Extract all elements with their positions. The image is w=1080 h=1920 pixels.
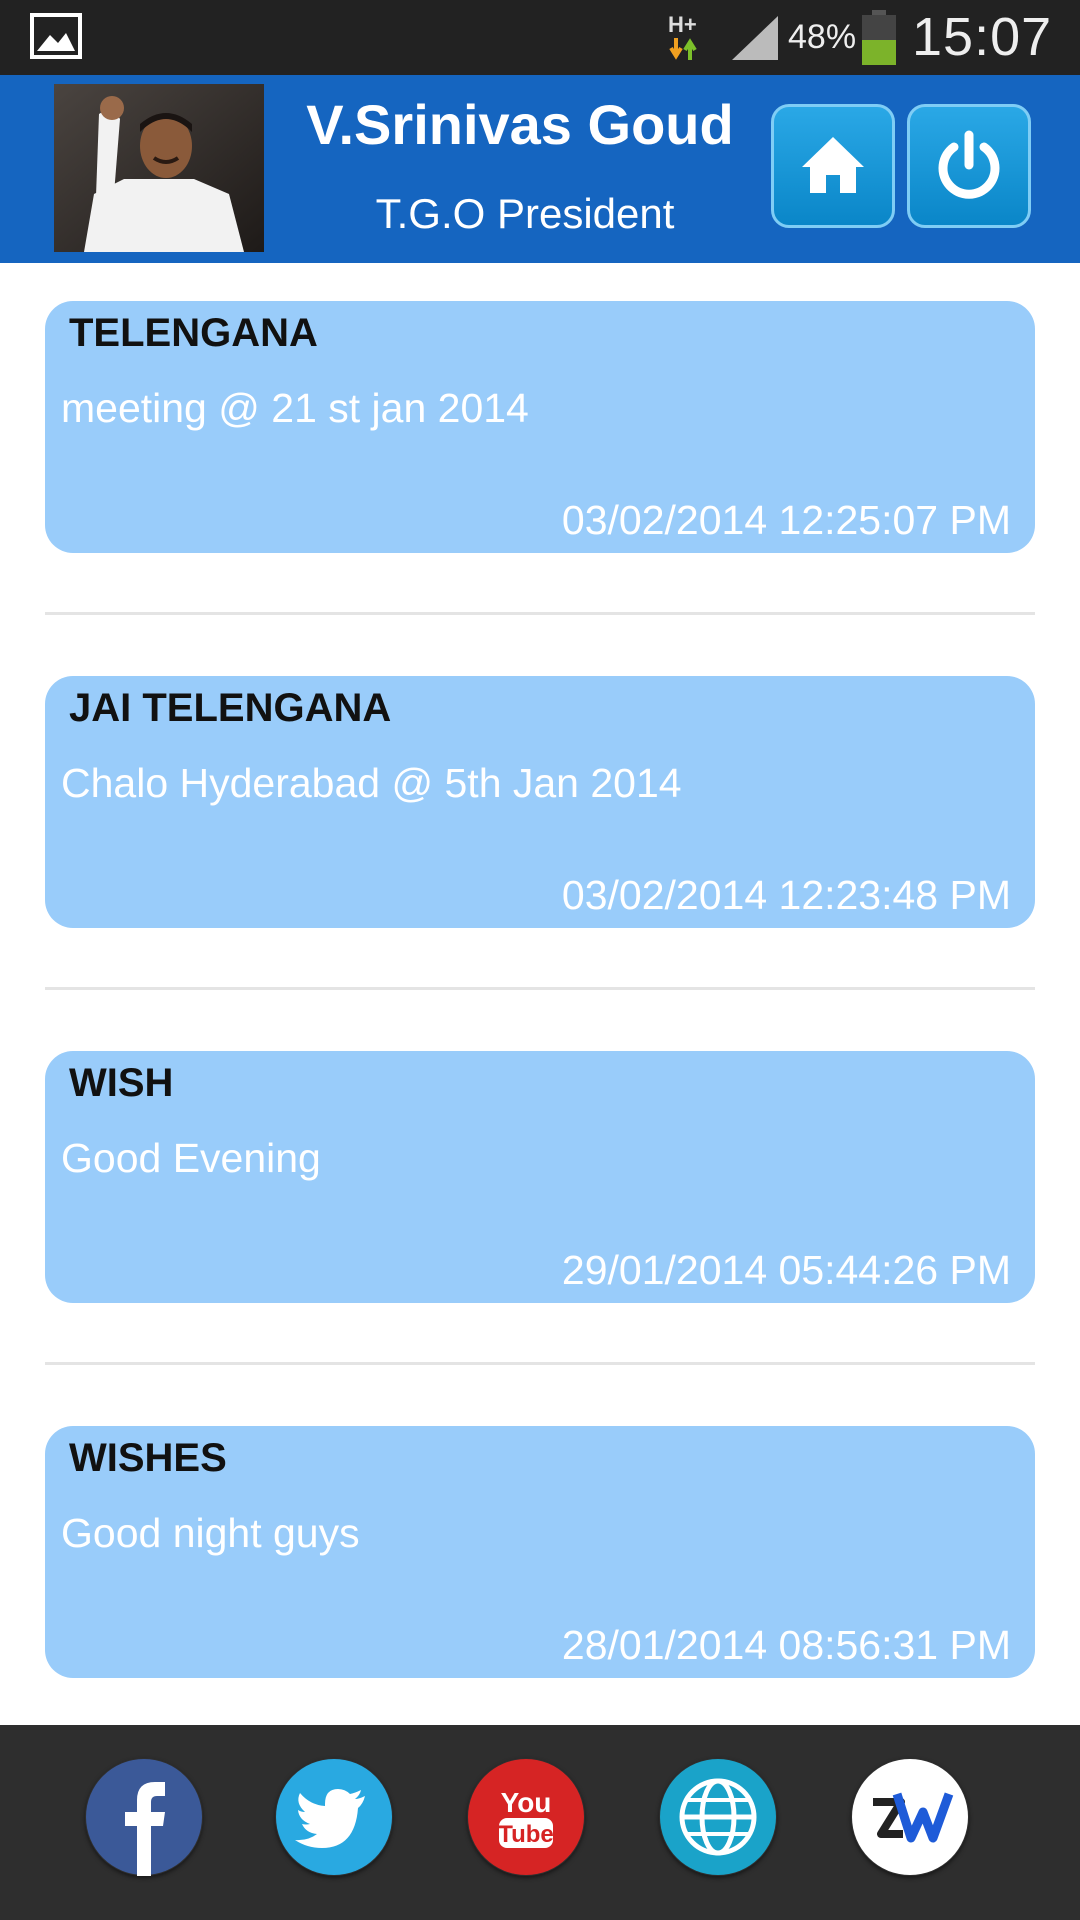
twitter-button[interactable] [275,1758,393,1876]
message-title: TELENGANA [69,311,318,355]
power-icon [938,130,1000,199]
facebook-button[interactable] [85,1758,203,1876]
divider [45,1362,1035,1365]
battery-icon [862,10,896,65]
message-timestamp: 03/02/2014 12:23:48 PM [561,872,1011,918]
message-timestamp: 28/01/2014 08:56:31 PM [561,1622,1011,1668]
signal-icon [732,16,778,60]
svg-text:Tube: Tube [498,1821,554,1848]
message-timestamp: 29/01/2014 05:44:26 PM [561,1247,1011,1293]
status-time: 15:07 [912,7,1053,67]
power-button[interactable] [907,104,1031,228]
message-title: WISHES [69,1436,227,1480]
battery-percentage: 48% [788,18,857,56]
youtube-button[interactable]: You Tube [467,1758,585,1876]
message-body: meeting @ 21 st jan 2014 [61,385,529,431]
page-title: V.Srinivas Goud [306,93,734,156]
status-bar: H+ 48% 15:07 [0,0,1080,75]
home-icon [802,137,864,193]
website-globe-icon [660,1759,776,1875]
svg-text:H+: H+ [668,12,697,37]
message-title: JAI TELENGANA [69,686,392,730]
page-subtitle: T.G.O President [375,190,675,237]
svg-text:You: You [501,1787,552,1818]
message-body: Chalo Hyderabad @ 5th Jan 2014 [61,760,682,806]
message-card[interactable]: WISH Good Evening 29/01/2014 05:44:26 PM [45,1051,1035,1303]
message-card[interactable]: WISHES Good night guys 28/01/2014 08:56:… [45,1426,1035,1678]
home-button[interactable] [771,104,895,228]
message-card[interactable]: JAI TELENGANA Chalo Hyderabad @ 5th Jan … [45,676,1035,928]
gallery-icon [30,13,82,59]
network-activity-icon: H+ [668,12,697,60]
divider [45,987,1035,990]
twitter-icon [276,1759,392,1875]
message-timestamp: 03/02/2014 12:25:07 PM [561,497,1011,543]
website-button[interactable] [659,1758,777,1876]
profile-avatar [54,84,264,252]
zw-button[interactable] [851,1758,969,1876]
message-card[interactable]: TELENGANA meeting @ 21 st jan 2014 03/02… [45,301,1035,553]
message-body: Good night guys [61,1510,360,1556]
message-body: Good Evening [61,1135,321,1181]
zw-logo-icon [852,1759,968,1875]
message-title: WISH [69,1061,174,1105]
youtube-icon: You Tube [468,1759,584,1875]
divider [45,612,1035,615]
profile-photo [54,84,264,252]
facebook-icon [86,1759,202,1876]
